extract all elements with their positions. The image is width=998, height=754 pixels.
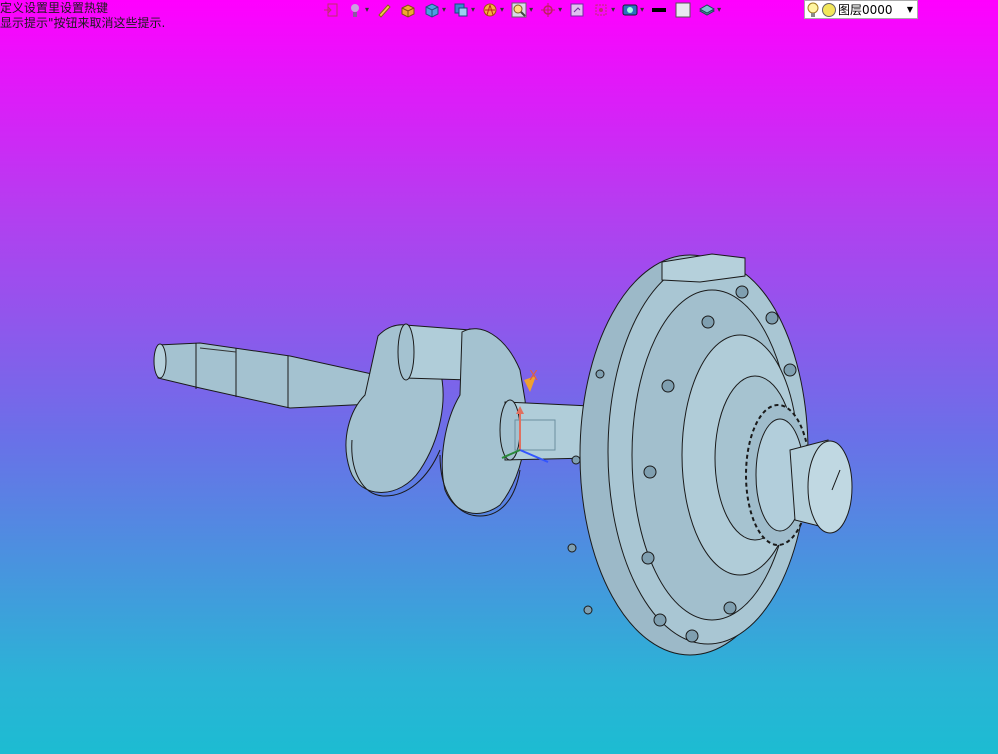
layer-select[interactable]: 图层0000 ▼ <box>804 0 918 19</box>
model-viewport[interactable]: X <box>0 0 998 754</box>
chevron-down-icon: ▾ <box>558 5 563 14</box>
chevron-down-icon: ▾ <box>500 5 505 14</box>
snap-icon <box>346 1 364 19</box>
exit-sketch-button[interactable] <box>322 0 340 20</box>
display-mode-button[interactable]: ▾ <box>621 0 644 20</box>
exit-icon <box>322 1 340 19</box>
shaft-taper <box>157 342 373 409</box>
cube-icon <box>423 1 441 19</box>
chevron-down-icon: ▾ <box>529 5 534 14</box>
render-icon <box>481 1 499 19</box>
zoom-icon <box>510 1 528 19</box>
chevron-down-icon: ▾ <box>365 5 370 14</box>
chevron-down-icon: ▾ <box>442 5 447 14</box>
view-cube-button[interactable]: ▾ <box>423 0 446 20</box>
triad-x-label: X <box>529 369 538 384</box>
csys-icon <box>539 1 557 19</box>
chevron-down-icon: ▾ <box>471 5 476 14</box>
line-color-icon <box>650 1 668 19</box>
snap-point-button[interactable]: ▾ <box>592 0 615 20</box>
views-icon <box>452 1 470 19</box>
graphics-toolbar: ▾ ▾ ▾ ▾ ▾ ▾ ▾ ▾ ▾ <box>322 0 727 20</box>
chevron-down-icon: ▾ <box>640 5 645 14</box>
pencil-button[interactable] <box>375 0 393 20</box>
views-button[interactable]: ▾ <box>452 0 475 20</box>
lightbulb-icon[interactable] <box>805 1 821 19</box>
line-color-button[interactable] <box>650 0 668 20</box>
layer-tools-button[interactable]: ▾ <box>698 0 721 20</box>
output-shaft-face <box>807 440 853 534</box>
shaft-end-face <box>153 343 167 379</box>
display-icon <box>621 1 639 19</box>
chevron-down-icon: ▾ <box>717 5 722 14</box>
chevron-down-icon: ▾ <box>611 5 616 14</box>
layer-name: 图层0000 <box>838 3 893 17</box>
layer-icon <box>698 1 716 19</box>
fill-color-icon <box>674 1 692 19</box>
snap-point-icon <box>592 1 610 19</box>
snap-tools-button[interactable]: ▾ <box>346 0 369 20</box>
select-filter-button[interactable] <box>568 0 586 20</box>
chevron-down-icon[interactable]: ▼ <box>903 5 917 14</box>
box-icon <box>399 1 417 19</box>
filter-icon <box>568 1 586 19</box>
pencil-icon <box>375 1 393 19</box>
csys-button[interactable]: ▾ <box>539 0 562 20</box>
crankshaft-model <box>153 253 853 656</box>
zoom-button[interactable]: ▾ <box>510 0 533 20</box>
fill-color-button[interactable] <box>674 0 692 20</box>
layer-color-swatch[interactable] <box>822 2 836 17</box>
render-style-button[interactable]: ▾ <box>481 0 504 20</box>
solid-box-button[interactable] <box>399 0 417 20</box>
